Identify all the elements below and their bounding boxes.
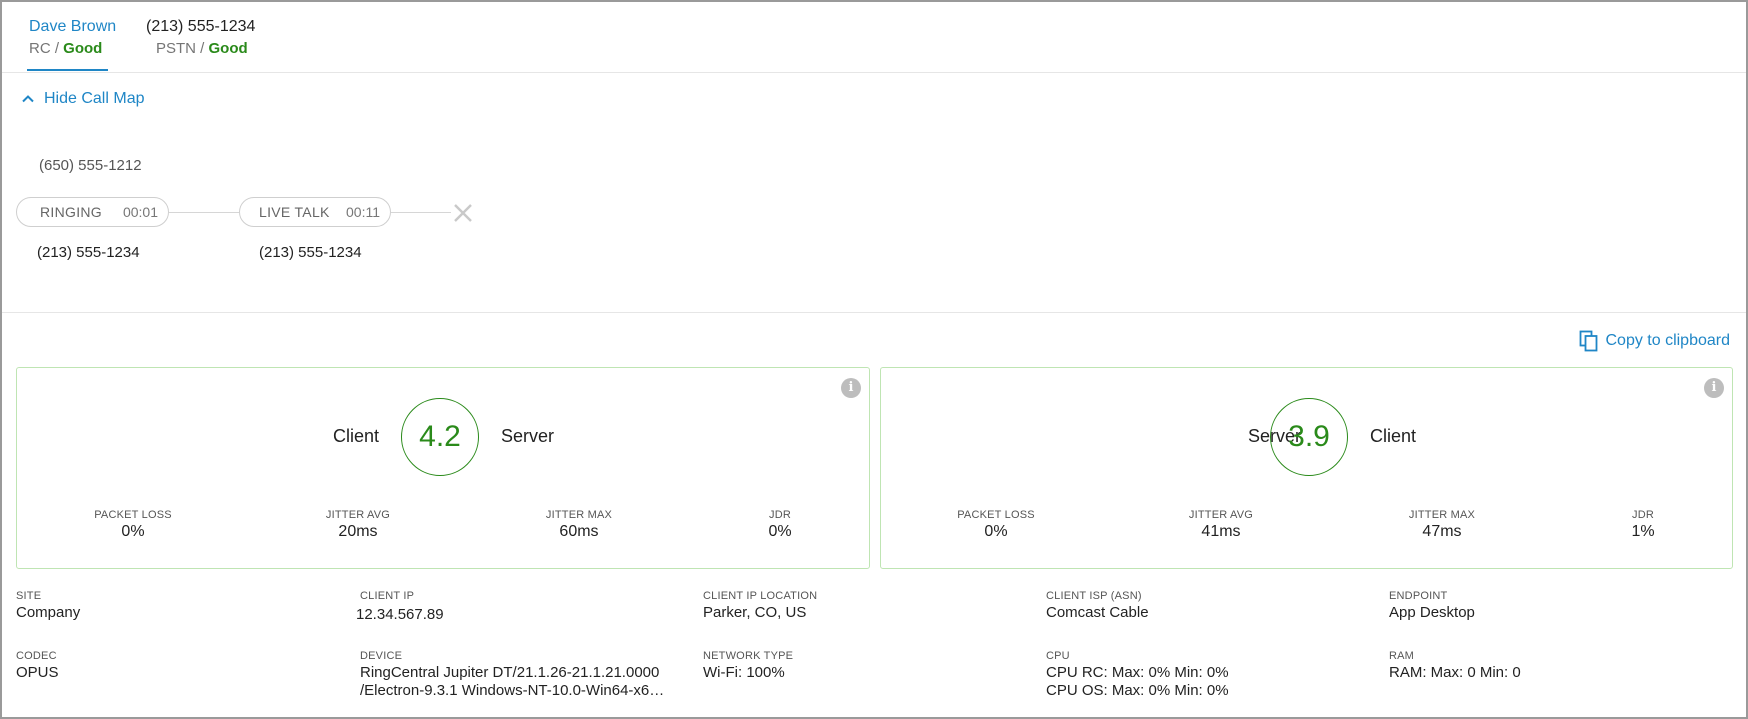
info-icon[interactable]: i [1704, 378, 1724, 398]
detail-value: App Desktop [1389, 604, 1475, 621]
participant-tabs: Dave Brown RC / Good (213) 555-1234 PSTN… [2, 2, 1746, 73]
detail-value: Wi-Fi: 100% [703, 664, 785, 681]
metric-key: JDR [769, 509, 791, 521]
score-row: Client 4.2 Server [17, 398, 869, 478]
segment-state: RINGING [40, 204, 102, 220]
detail-key: ENDPOINT [1389, 590, 1448, 602]
metric-jitter-max: JITTER MAX 47ms [1409, 509, 1475, 541]
metric-jitter-avg: JITTER AVG 20ms [326, 509, 390, 541]
close-icon [454, 204, 472, 222]
detail-value: CPU RC: Max: 0% Min: 0% [1046, 664, 1229, 681]
segment-party: (213) 555-1234 [259, 244, 362, 261]
metric-value: 60ms [559, 523, 599, 540]
metric-jdr: JDR 0% [768, 509, 791, 541]
segment-ringing[interactable]: RINGING 00:01 [16, 197, 169, 227]
metric-value: 0% [984, 523, 1008, 540]
status-good: Good [63, 40, 103, 57]
detail-key: CPU [1046, 650, 1070, 662]
tab-dave-brown[interactable]: Dave Brown RC / Good [29, 16, 116, 60]
metric-key: JITTER AVG [325, 509, 391, 521]
detail-key: DEVICE [360, 650, 403, 662]
copy-to-clipboard-button[interactable]: Copy to clipboard [1579, 330, 1730, 352]
mos-score: 3.9 [1270, 398, 1348, 476]
detail-key: CLIENT ISP (ASN) [1046, 590, 1142, 602]
copy-label: Copy to clipboard [1605, 332, 1730, 349]
detail-device: DEVICE RingCentral Jupiter DT/21.1.26-21… [360, 650, 665, 700]
quality-card-client: i Client 4.2 Server PACKET LOSS 0% JITTE… [16, 367, 870, 569]
hide-call-map-toggle[interactable]: Hide Call Map [20, 90, 144, 108]
metric-key: JITTER MAX [1408, 509, 1476, 521]
detail-value: OPUS [16, 664, 59, 681]
metric-key: PACKET LOSS [957, 509, 1035, 521]
right-label: Client [1370, 426, 1417, 446]
metric-value: 41ms [1201, 523, 1241, 540]
metric-value: 0% [768, 523, 792, 540]
metric-jdr: JDR 1% [1631, 509, 1654, 541]
metric-key: JITTER AVG [1188, 509, 1254, 521]
metric-key: JITTER MAX [545, 509, 613, 521]
detail-ram: RAM RAM: Max: 0 Min: 0 [1389, 650, 1521, 682]
detail-value: /Electron-9.3.1 Windows-NT-10.0-Win64-x6… [360, 682, 665, 699]
detail-client-isp: CLIENT ISP (ASN) Comcast Cable [1046, 590, 1149, 622]
detail-key: RAM [1389, 650, 1415, 662]
detail-codec: CODEC OPUS [16, 650, 59, 682]
metric-jitter-max: JITTER MAX 60ms [546, 509, 612, 541]
tab-pstn[interactable]: (213) 555-1234 PSTN / Good [146, 16, 255, 60]
metric-value: 0% [121, 523, 145, 540]
segment-live-talk[interactable]: LIVE TALK 00:11 [239, 197, 391, 227]
metric-packet-loss: PACKET LOSS 0% [957, 509, 1035, 541]
metric-key: PACKET LOSS [94, 509, 172, 521]
toggle-label: Hide Call Map [44, 90, 145, 107]
detail-value: CPU OS: Max: 0% Min: 0% [1046, 682, 1229, 699]
call-details-panel: Dave Brown RC / Good (213) 555-1234 PSTN… [0, 0, 1748, 719]
segment-duration: 00:01 [122, 204, 158, 220]
detail-cpu: CPU CPU RC: Max: 0% Min: 0% CPU OS: Max:… [1046, 650, 1229, 700]
detail-value: Parker, CO, US [703, 604, 807, 621]
status-good: Good [208, 40, 248, 57]
detail-value: 12.34.567.89 [356, 606, 444, 623]
detail-value: RingCentral Jupiter DT/21.1.26-21.1.21.0… [360, 664, 660, 681]
detail-value: Company [16, 604, 81, 621]
metric-jitter-avg: JITTER AVG 41ms [1189, 509, 1253, 541]
copy-icon [1580, 330, 1598, 352]
detail-value: Comcast Cable [1046, 604, 1149, 621]
detail-client-ip: CLIENT IP 12.34.567.89 [356, 590, 444, 624]
tab-status: RC / Good [29, 40, 103, 57]
detail-client-ip-location: CLIENT IP LOCATION Parker, CO, US [703, 590, 817, 622]
segment-duration: 00:11 [346, 204, 380, 220]
active-tab-indicator [27, 69, 108, 71]
segment-party: (213) 555-1234 [37, 244, 140, 261]
metric-value: 47ms [1422, 523, 1462, 540]
score-row: Server 3.9 Client [881, 398, 1732, 478]
segment-state: LIVE TALK [259, 204, 330, 220]
quality-card-server: i Server 3.9 Client PACKET LOSS 0% JITTE… [880, 367, 1733, 569]
metric-value: 20ms [338, 523, 378, 540]
tab-name: Dave Brown [29, 18, 117, 35]
right-label: Server [501, 426, 555, 446]
metric-packet-loss: PACKET LOSS 0% [94, 509, 172, 541]
detail-key: CODEC [16, 650, 57, 662]
chevron-up-icon [22, 95, 34, 103]
metric-key: JDR [1632, 509, 1654, 521]
detail-value: RAM: Max: 0 Min: 0 [1389, 664, 1521, 681]
detail-key: CLIENT IP LOCATION [703, 590, 818, 602]
connector-line [391, 212, 451, 213]
detail-network-type: NETWORK TYPE Wi-Fi: 100% [703, 650, 793, 682]
mos-score: 4.2 [401, 398, 479, 476]
detail-site: SITE Company [16, 590, 80, 622]
detail-endpoint: ENDPOINT App Desktop [1389, 590, 1475, 622]
detail-key: NETWORK TYPE [703, 650, 794, 662]
connector-line [169, 212, 239, 213]
tab-name: (213) 555-1234 [146, 18, 256, 35]
caller-number: (650) 555-1212 [39, 157, 142, 174]
info-icon[interactable]: i [841, 378, 861, 398]
detail-key: SITE [16, 590, 42, 602]
left-label: Client [332, 426, 379, 446]
detail-key: CLIENT IP [360, 590, 415, 602]
metric-value: 1% [1631, 523, 1655, 540]
tab-status: PSTN / Good [156, 40, 248, 57]
section-divider [2, 312, 1746, 313]
